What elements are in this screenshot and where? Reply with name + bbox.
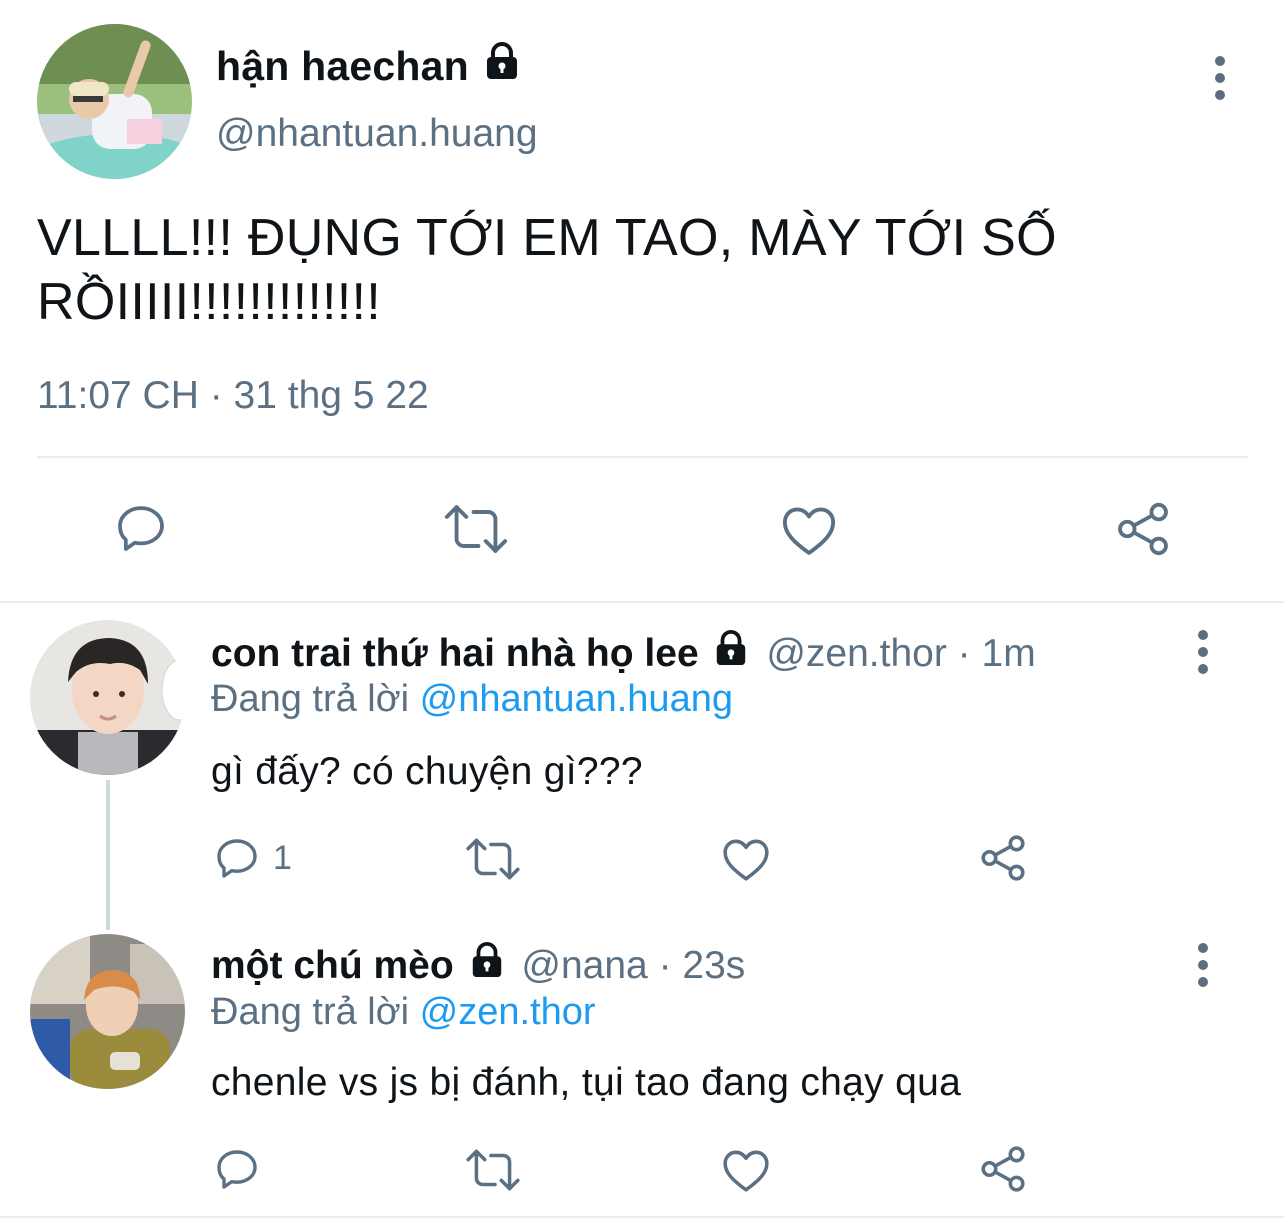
replying-label: Đang trả lời [211,678,410,720]
reply-header: một chú mèo @nana · 23s [211,942,745,988]
retweet-icon [466,1149,520,1191]
reply-avatar[interactable] [30,620,185,775]
like-icon [723,1150,769,1192]
main-display-name[interactable]: hận haechan [216,42,520,90]
separator: · [946,632,982,675]
more-options-icon[interactable] [1197,943,1209,987]
reply-button[interactable] [213,1145,273,1193]
more-options-icon[interactable] [1214,56,1226,100]
like-icon [782,507,836,555]
reply-handle[interactable]: @zen.thor [766,632,947,675]
like-button[interactable] [721,836,771,882]
reply-button[interactable]: 1 [213,834,292,882]
reply-icon [118,506,164,551]
share-button[interactable] [1114,500,1172,558]
thread-line [106,780,110,930]
reply-header: con trai thứ hai nhà họ lee @zen.thor · … [211,630,1036,676]
share-icon [1118,502,1168,556]
reply-text: gì đấy? có chuyện gì??? [211,750,643,793]
separator: · [647,944,683,987]
retweet-icon [466,838,520,880]
reply-handle[interactable]: @nana [521,944,647,987]
retweet-button[interactable] [464,836,522,882]
retweet-button[interactable] [464,1147,522,1193]
mention-link[interactable]: @nhantuan.huang [420,678,733,720]
mention-link[interactable]: @zen.thor [420,991,596,1033]
divider [0,601,1284,603]
replying-label: Đang trả lời [211,991,410,1033]
main-avatar[interactable] [37,24,192,179]
lock-icon [487,42,518,79]
reply-display-name[interactable]: con trai thứ hai nhà họ lee [211,632,699,675]
reply-text: chenle vs js bị đánh, tụi tao đang chạy … [211,1061,962,1104]
reply-button[interactable] [112,500,170,556]
replying-to: Đang trả lời @nhantuan.huang [211,678,733,721]
main-handle[interactable]: @nhantuan.huang [216,112,538,156]
reply-avatar[interactable] [30,934,185,1089]
lock-icon [717,630,746,666]
like-button[interactable] [780,503,838,557]
like-icon [723,839,769,881]
reply-icon [217,1150,257,1189]
divider [0,1216,1284,1218]
main-display-name-text: hận haechan [216,43,469,89]
reply-time: 23s [682,944,746,987]
like-button[interactable] [721,1147,771,1193]
main-tweet-text: VLLLL!!! ĐỤNG TỚI EM TAO, MÀY TỚI SỐ RỒI… [37,209,1057,331]
reply-count: 1 [273,838,292,877]
reply-display-name[interactable]: một chú mèo [211,944,454,987]
retweet-icon [444,505,508,553]
lock-icon [472,942,501,978]
divider [37,456,1248,458]
share-icon [981,835,1025,881]
replying-to: Đang trả lời @zen.thor [211,991,596,1034]
main-tweet-timestamp: 11:07 CH · 31 thg 5 22 [37,374,429,417]
share-button[interactable] [978,1144,1028,1194]
reply-time: 1m [981,632,1036,675]
share-icon [981,1146,1025,1192]
share-button[interactable] [978,833,1028,883]
more-options-icon[interactable] [1197,630,1209,674]
reply-icon [217,839,257,878]
retweet-button[interactable] [442,502,510,556]
